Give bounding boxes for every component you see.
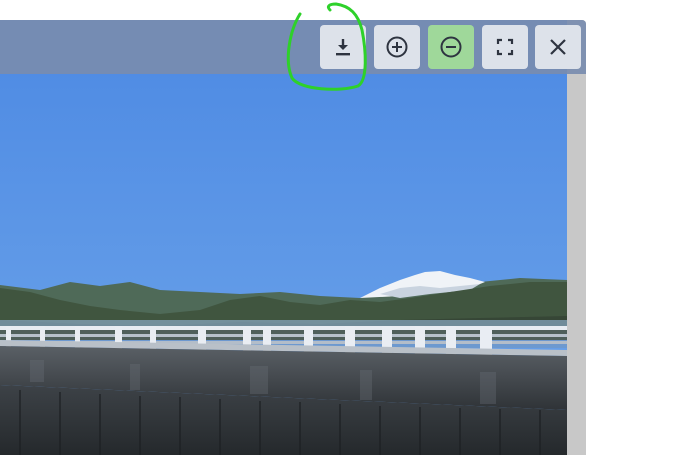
zoom-in-icon <box>386 36 408 58</box>
viewer-toolbar <box>0 20 586 74</box>
viewer-image <box>0 20 567 455</box>
fullscreen-button[interactable] <box>482 25 528 69</box>
close-icon <box>550 39 566 55</box>
close-button[interactable] <box>535 25 581 69</box>
vertical-scrollbar[interactable] <box>567 20 586 455</box>
zoom-in-button[interactable] <box>374 25 420 69</box>
app-stage <box>0 0 686 455</box>
zoom-out-button[interactable] <box>428 25 474 69</box>
download-button[interactable] <box>320 25 366 69</box>
image-viewer <box>0 20 586 455</box>
landscape-photo <box>0 20 567 455</box>
zoom-out-icon <box>440 36 462 58</box>
download-icon <box>336 39 350 56</box>
fullscreen-icon <box>496 38 514 56</box>
